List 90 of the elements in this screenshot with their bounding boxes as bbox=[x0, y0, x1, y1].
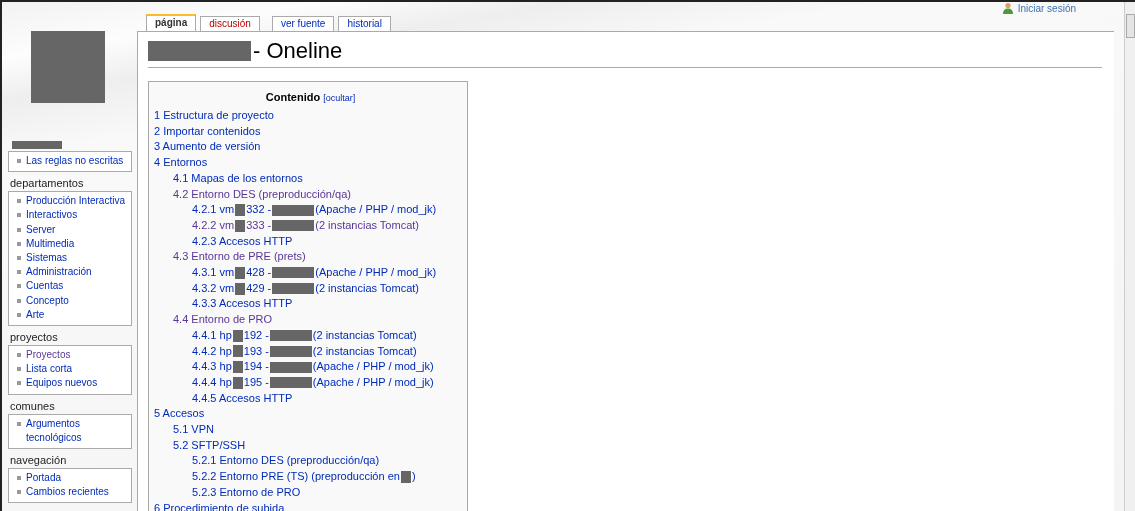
bullet-icon bbox=[17, 241, 21, 246]
login-link[interactable]: Iniciar sesión bbox=[1001, 2, 1076, 14]
redaction-mark bbox=[272, 220, 315, 232]
sidebar-link[interactable]: Concepto bbox=[26, 293, 69, 308]
sidebar-link[interactable]: Arte bbox=[26, 307, 45, 323]
sidebar-link[interactable]: Server bbox=[26, 222, 56, 237]
toc-link[interactable]: 4.2.2 vm 333 - (2 instancias Tomcat) bbox=[154, 217, 467, 234]
redaction-mark bbox=[269, 377, 312, 389]
toc-link[interactable]: 4.4.5 Accesos HTTP bbox=[154, 390, 467, 407]
sidebar-link[interactable]: Interactivos bbox=[26, 208, 78, 223]
toc-link[interactable]: 5.2.3 Entorno de PRO bbox=[154, 484, 467, 501]
bullet-icon bbox=[17, 312, 21, 317]
redaction-mark bbox=[232, 361, 243, 374]
toc-link[interactable]: 4.4.2 hp 193 - (2 instancias Tomcat) bbox=[154, 343, 467, 360]
user-icon bbox=[1001, 2, 1014, 14]
redaction-mark bbox=[232, 329, 243, 342]
bullet-icon bbox=[17, 476, 21, 481]
toc-link[interactable]: 4.4.1 hp 192 - (2 instancias Tomcat) bbox=[154, 327, 467, 344]
sidebar-link[interactable]: Administración bbox=[26, 265, 92, 280]
sidebar-link[interactable]: Lista corta bbox=[26, 362, 73, 377]
bullet-icon bbox=[17, 490, 21, 495]
toc-link[interactable]: 4.4 Entorno de PRO bbox=[154, 312, 467, 328]
toc-link[interactable]: 3 Aumento de versión bbox=[154, 139, 467, 156]
toc-link[interactable]: 5.2.1 Entorno DES (preproducción/qa) bbox=[154, 453, 467, 470]
page-tab[interactable]: ver fuente bbox=[271, 16, 335, 31]
sidebar-link[interactable]: Sistemas bbox=[26, 251, 68, 266]
bullet-icon bbox=[17, 227, 21, 232]
portlet-heading: departamentos bbox=[10, 176, 85, 191]
redaction-mark bbox=[400, 471, 411, 483]
toc-link[interactable]: 4.3.1 vm 428 - (Apache / PHP / mod_jk) bbox=[154, 265, 467, 281]
redaction-mark bbox=[12, 141, 62, 149]
bullet-icon bbox=[17, 381, 21, 386]
bullet-icon bbox=[17, 270, 21, 275]
toc-link[interactable]: 2 Importar contenidos bbox=[154, 123, 467, 140]
sidebar-link[interactable]: Equipos nuevos bbox=[26, 376, 98, 391]
redaction-mark bbox=[269, 330, 312, 342]
redaction-mark bbox=[235, 266, 246, 279]
portlet-heading: comunes bbox=[10, 398, 56, 413]
sidebar-link[interactable]: Cuentas bbox=[26, 279, 64, 294]
redaction-mark bbox=[272, 267, 315, 279]
bullet-icon bbox=[17, 298, 21, 303]
redaction-mark bbox=[235, 204, 246, 217]
toc-link[interactable]: 5.1 VPN bbox=[154, 422, 467, 438]
bullet-icon bbox=[17, 367, 21, 372]
bullet-icon bbox=[17, 213, 21, 218]
redaction-mark bbox=[235, 282, 246, 295]
toc-link[interactable]: 4.4.4 hp 195 - (Apache / PHP / mod_jk) bbox=[154, 374, 467, 391]
page-title: - Oneline bbox=[253, 38, 343, 64]
hide-link[interactable]: [ocultar] bbox=[323, 93, 356, 103]
toc-link[interactable]: 1 Estructura de proyecto bbox=[154, 108, 467, 124]
toc-link[interactable]: 4.2.1 vm 332 - (Apache / PHP / mod_jk) bbox=[154, 202, 467, 218]
sidebar-link[interactable]: Proyectos bbox=[26, 348, 71, 363]
bullet-icon bbox=[17, 199, 21, 204]
toc-link[interactable]: 5.2 SFTP/SSH bbox=[154, 437, 467, 454]
bullet-icon bbox=[17, 421, 21, 426]
bullet-icon bbox=[17, 284, 21, 289]
sidebar-link[interactable]: Argumentos tecnológicos bbox=[26, 416, 129, 446]
redaction-mark bbox=[269, 345, 312, 357]
page-tab[interactable]: discusión bbox=[200, 16, 260, 31]
page-tab[interactable]: página bbox=[146, 14, 197, 31]
redaction-mark bbox=[269, 361, 312, 373]
toc-link[interactable]: 4.3.2 vm 429 - (2 instancias Tomcat) bbox=[154, 280, 467, 297]
bullet-icon bbox=[17, 353, 21, 358]
redaction-mark bbox=[272, 283, 315, 295]
toc-title: Contenido bbox=[265, 91, 321, 103]
sidebar-link[interactable]: Cambios recientes bbox=[26, 485, 109, 500]
bullet-icon bbox=[17, 256, 21, 260]
page-tab[interactable]: historial bbox=[338, 16, 391, 31]
toc-link[interactable]: 4.3.3 Accesos HTTP bbox=[154, 296, 467, 313]
sidebar-link[interactable]: Producción Interactiva bbox=[26, 194, 125, 209]
bullet-icon bbox=[17, 159, 21, 163]
toc-link[interactable]: 4.4.3 hp 194 - (Apache / PHP / mod_jk) bbox=[154, 359, 467, 375]
redaction-mark bbox=[272, 204, 315, 216]
redaction-mark bbox=[235, 219, 246, 232]
sidebar-link[interactable]: Portada bbox=[26, 471, 62, 486]
scrollbar[interactable] bbox=[1124, 2, 1135, 511]
toc-link[interactable]: 5 Accesos bbox=[154, 406, 467, 423]
toc-link[interactable]: 5.2.2 Entorno PRE (TS) (preproducción en ) bbox=[154, 469, 467, 485]
portlet-heading: proyectos bbox=[10, 330, 59, 345]
toc-link[interactable]: 4 Entornos bbox=[154, 155, 467, 171]
toc-link[interactable]: 4.3 Entorno de PRE (prets) bbox=[154, 249, 467, 266]
toc-link[interactable]: 4.2.3 Accesos HTTP bbox=[154, 233, 467, 250]
sidebar-link[interactable]: Las reglas no escritas bbox=[26, 154, 124, 169]
toc-link[interactable]: 4.1 Mapas de los entornos bbox=[154, 170, 467, 187]
toc-link[interactable]: 4.2 Entorno DES (preproducción/qa) bbox=[154, 186, 467, 203]
sidebar-link[interactable]: Multimedia bbox=[26, 236, 75, 251]
redaction-mark bbox=[232, 345, 243, 358]
toc-link[interactable]: 6 Procedimiento de subida bbox=[154, 500, 467, 511]
portlet-heading: navegación bbox=[10, 453, 68, 468]
redaction-mark bbox=[232, 376, 243, 389]
